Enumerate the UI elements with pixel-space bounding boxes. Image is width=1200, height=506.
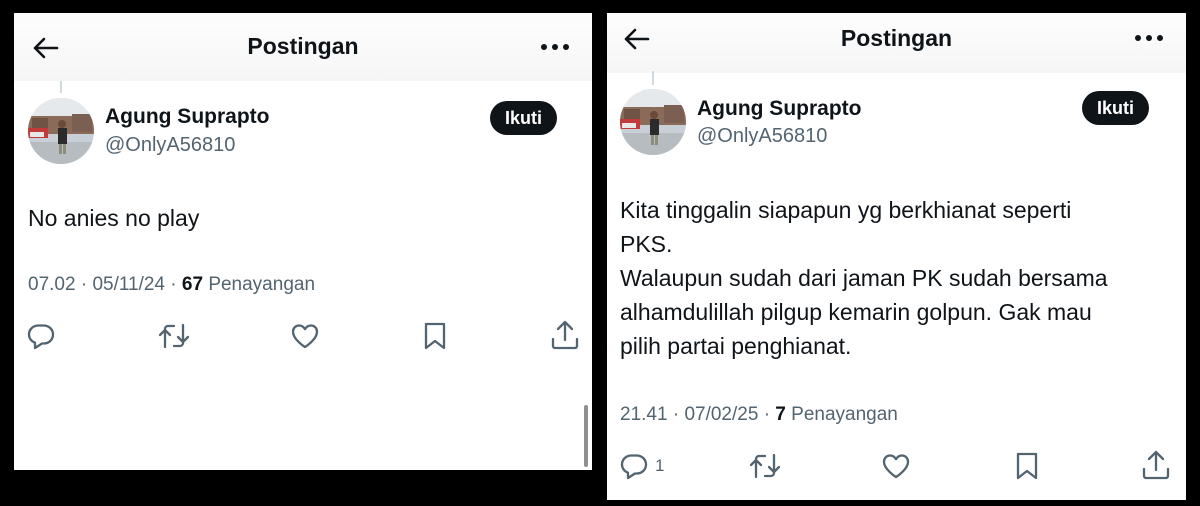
more-options-icon[interactable] (538, 35, 572, 59)
top-bar: Postingan (14, 13, 592, 81)
author-handle[interactable]: @OnlyA56810 (105, 134, 235, 157)
reply-icon (27, 324, 55, 350)
repost-button[interactable] (749, 451, 781, 481)
reply-icon (620, 454, 648, 480)
avatar[interactable] (28, 98, 94, 164)
follow-button[interactable]: Ikuti (490, 101, 558, 135)
view-count: 7 (775, 404, 786, 425)
author-name[interactable]: Agung Suprapto (697, 97, 861, 121)
scrollbar[interactable] (584, 405, 588, 467)
heart-icon (882, 454, 910, 479)
author-name[interactable]: Agung Suprapto (105, 105, 269, 129)
reply-button[interactable] (26, 321, 56, 351)
post-date[interactable]: 05/11/24 (92, 274, 165, 295)
reply-button[interactable]: 1 (619, 451, 664, 481)
views-label: Penayangan (791, 404, 898, 425)
post-metadata: 21.41 · 07/02/25 · 7 Penayangan (620, 404, 898, 426)
page-title: Postingan (840, 25, 953, 51)
like-button[interactable] (290, 321, 320, 351)
follow-button[interactable]: Ikuti (1082, 91, 1150, 125)
meta-separator: · (170, 274, 177, 295)
more-options-icon[interactable] (1132, 26, 1166, 50)
heart-icon (291, 324, 319, 349)
post-text: No anies no play (28, 205, 200, 231)
thread-line (60, 81, 62, 93)
post-time[interactable]: 07.02 (28, 274, 76, 295)
like-button[interactable] (881, 451, 911, 481)
post-date[interactable]: 07/02/25 (684, 404, 758, 425)
share-button[interactable] (1141, 449, 1171, 481)
bookmark-button[interactable] (422, 321, 448, 351)
retweet-icon (158, 323, 190, 349)
views-label: Penayangan (208, 274, 316, 295)
post-time[interactable]: 21.41 (620, 404, 668, 425)
share-icon (551, 320, 579, 350)
bookmark-icon (1016, 452, 1038, 480)
view-count: 67 (181, 274, 204, 295)
bookmark-icon (424, 322, 446, 350)
meta-separator: · (80, 274, 88, 295)
repost-button[interactable] (158, 321, 190, 351)
post-panel-right: Postingan Agung Suprapto @OnlyA56810 Iku… (607, 13, 1186, 500)
share-button[interactable] (550, 319, 580, 351)
post-text: Kita tinggalin siapapun yg berkhianat se… (620, 197, 1108, 359)
bookmark-button[interactable] (1014, 451, 1040, 481)
page-title: Postingan (247, 33, 359, 59)
reply-count: 1 (655, 456, 665, 475)
avatar[interactable] (620, 89, 686, 155)
retweet-icon (749, 453, 781, 479)
post-metadata: 07.02 · 05/11/24 · 67 Penayangan (28, 274, 315, 296)
author-handle[interactable]: @OnlyA56810 (697, 125, 827, 148)
thread-line (652, 71, 654, 85)
meta-separator: · (672, 404, 680, 425)
top-bar: Postingan (607, 13, 1186, 73)
post-panel-left: Postingan Agung Suprapto @OnlyA56810 Iku… (14, 13, 592, 470)
meta-separator: · (763, 404, 771, 425)
share-icon (1142, 450, 1170, 480)
